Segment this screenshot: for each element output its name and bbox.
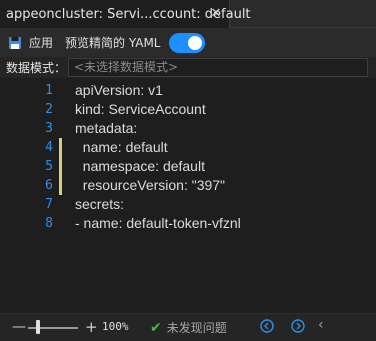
status-bar: — + 100% ✔ 未发现问题 ‹ — [0, 313, 376, 341]
issues-label: 未发现问题 — [166, 321, 227, 335]
code-line[interactable]: apiVersion: v1 — [75, 81, 163, 100]
zoom-in-button[interactable]: + — [85, 318, 98, 336]
data-mode-row: 数据模式： <未选择数据模式> — [0, 57, 376, 78]
line-number: 7 — [45, 197, 53, 212]
toolbar: 应用 预览精简的 YAML — [0, 28, 376, 57]
code-line[interactable]: namespace: default — [75, 157, 205, 176]
line-number: 1 — [45, 83, 53, 98]
line-number: 8 — [45, 216, 53, 231]
change-marker — [59, 138, 62, 157]
apply-label: 应用 — [29, 36, 54, 50]
change-marker — [59, 157, 62, 176]
code-line[interactable]: resourceVersion: "397" — [75, 176, 225, 195]
line-number: 3 — [45, 121, 53, 136]
data-mode-label: 数据模式： — [6, 61, 67, 75]
tab-bar: appeoncluster: Servi...ccount: default ✕ — [0, 0, 376, 28]
check-icon: ✔ — [150, 319, 162, 336]
apply-button[interactable]: 应用 — [8, 32, 53, 54]
yaml-editor-window: appeoncluster: Servi...ccount: default ✕… — [0, 0, 376, 341]
zoom-value: 100% — [102, 320, 129, 333]
preview-simplified-yaml-toggle[interactable] — [169, 32, 206, 53]
collapse-icon[interactable]: ‹ — [318, 317, 324, 333]
code-line[interactable]: secrets: — [75, 195, 124, 214]
save-icon — [9, 36, 21, 49]
previous-issue-icon[interactable] — [260, 319, 274, 333]
toggle-knob — [188, 35, 203, 50]
code-line[interactable]: metadata: — [75, 119, 137, 138]
preview-simplified-yaml-label: 预览精简的 YAML — [65, 36, 161, 50]
line-number: 5 — [45, 159, 53, 174]
tab-serviceaccount-default[interactable]: appeoncluster: Servi...ccount: default ✕ — [0, 0, 251, 28]
line-number: 2 — [45, 102, 53, 117]
next-issue-icon[interactable] — [291, 319, 305, 333]
change-marker — [59, 176, 62, 195]
code-editor[interactable]: 1 apiVersion: v1 2 kind: ServiceAccount 3 met… — [0, 78, 376, 313]
line-number: 6 — [45, 178, 53, 193]
line-number: 4 — [45, 140, 53, 155]
code-line[interactable]: kind: ServiceAccount — [75, 100, 206, 119]
code-line[interactable]: - name: default-token-vfznl — [75, 214, 241, 233]
issues-status: ✔ 未发现问题 — [150, 319, 227, 336]
zoom-slider-thumb[interactable] — [36, 320, 40, 334]
zoom-out-button[interactable]: — — [12, 319, 26, 335]
code-line[interactable]: name: default — [75, 138, 168, 157]
close-icon[interactable]: ✕ — [209, 7, 223, 21]
data-mode-select[interactable]: <未选择数据模式> — [68, 58, 368, 77]
